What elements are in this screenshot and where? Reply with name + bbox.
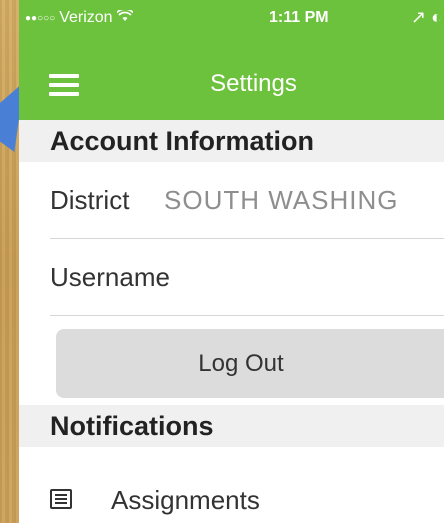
page-title-text: Settings xyxy=(210,70,297,97)
status-left: ●●○○○ Verizon xyxy=(25,8,134,27)
location-battery-icons: ↗ ◐ xyxy=(411,7,442,27)
logout-container: Log Out xyxy=(19,316,444,399)
signal-strength-icon: ●●○○○ xyxy=(25,12,56,24)
list-icon xyxy=(50,489,72,509)
username-label: Username xyxy=(50,262,170,292)
district-row[interactable]: District SOUTH WASHING xyxy=(50,162,444,239)
status-bar: ●●○○○ Verizon 1:11 PM ↗ ◐ xyxy=(19,0,444,34)
notifications-header: Notifications xyxy=(19,405,444,447)
assignments-row[interactable]: Assignments xyxy=(19,447,444,517)
carrier-name: Verizon xyxy=(59,9,113,26)
phone-screen: ●●○○○ Verizon 1:11 PM ↗ ◐ Settings Accou… xyxy=(19,0,444,523)
page-title: Settings xyxy=(19,70,444,98)
wifi-icon xyxy=(115,8,134,27)
assignments-label: Assignments xyxy=(111,485,260,515)
district-value: SOUTH WASHING xyxy=(164,185,399,215)
status-time: 1:11 PM xyxy=(269,9,329,26)
account-information-header: Account Information xyxy=(19,120,444,162)
logout-button[interactable]: Log Out xyxy=(56,329,444,398)
navigation-bar: Settings xyxy=(19,32,444,120)
district-label: District xyxy=(50,185,130,215)
username-row[interactable]: Username xyxy=(50,239,444,316)
